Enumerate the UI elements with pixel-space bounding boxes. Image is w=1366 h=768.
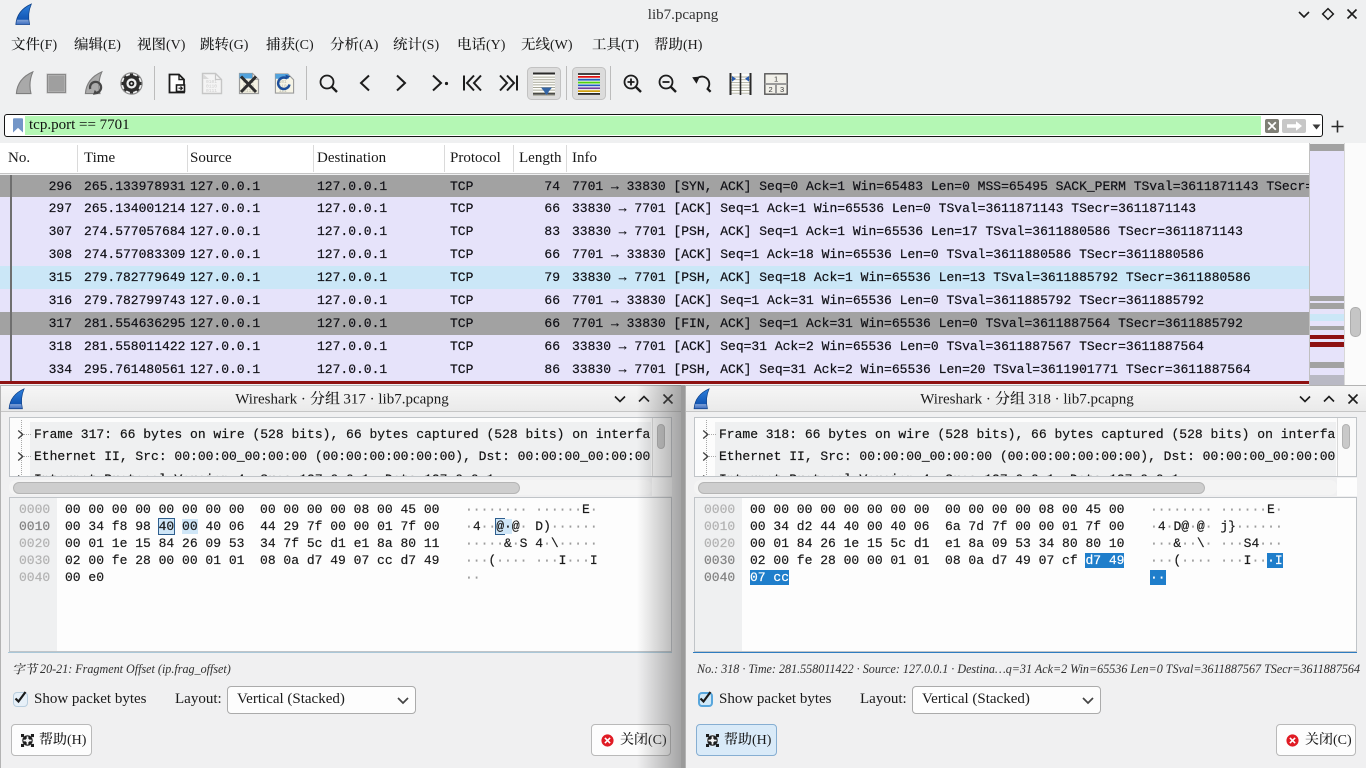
svg-text:2: 2	[769, 85, 773, 94]
svg-text:0111: 0111	[206, 88, 217, 94]
svg-text:3: 3	[780, 85, 784, 94]
svg-text:1: 1	[774, 74, 778, 83]
